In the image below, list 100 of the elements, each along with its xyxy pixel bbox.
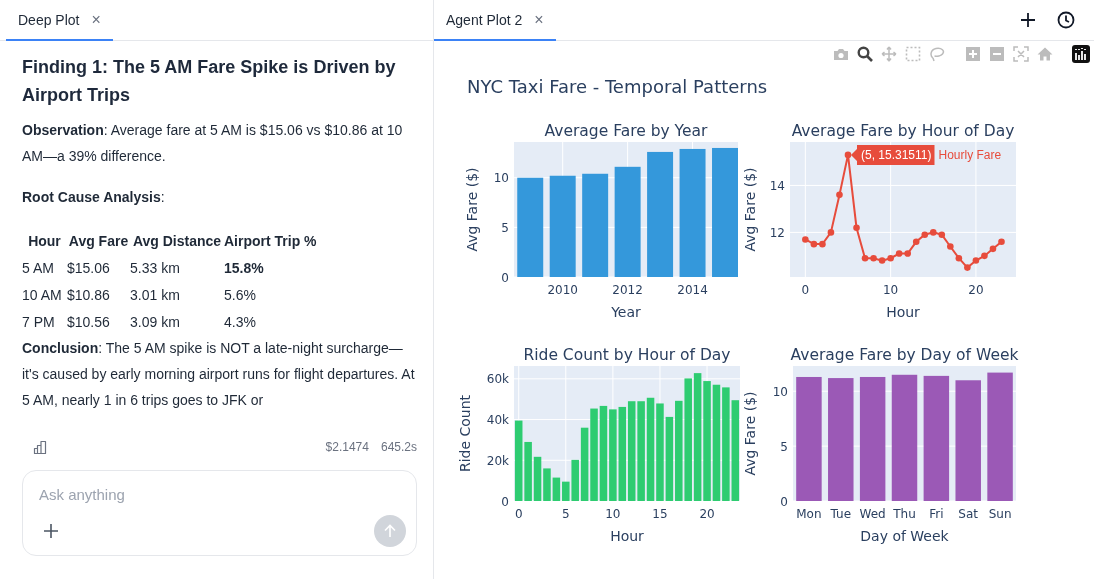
tick-label: Tue	[830, 507, 852, 521]
column-header: Avg Distance	[130, 227, 224, 254]
series-label: Hourly Fare	[938, 148, 1002, 163]
table-cell: 5.33 km	[130, 254, 224, 281]
tick-label: 0	[514, 507, 523, 521]
attach-button[interactable]	[41, 521, 61, 541]
lasso-icon	[928, 46, 945, 62]
chart-title: Ride Count by Hour of Day	[523, 346, 731, 364]
table-cell: 3.01 km	[130, 281, 224, 308]
table-cell-text: 4.3%	[224, 312, 257, 332]
tick-label: 0	[501, 270, 509, 285]
zoom-in-button[interactable]	[963, 44, 982, 64]
move-arrows-icon	[880, 46, 897, 62]
corner-brackets-icon	[1012, 46, 1029, 62]
tick-label: Sun	[988, 507, 1012, 521]
tick-label: Wed	[859, 507, 886, 521]
tick-label: 10	[883, 283, 899, 297]
axis-title: Hour	[886, 304, 920, 320]
tick-label: 2010	[547, 283, 578, 297]
tick-label: 10	[605, 507, 621, 521]
tick-label: Thu	[893, 507, 916, 521]
table-cell: 7 PM	[22, 308, 67, 335]
close-button[interactable]: ×	[91, 10, 101, 29]
arrow-up-icon	[383, 524, 397, 538]
axis-title: Avg Fare ($)	[742, 167, 758, 252]
tick-label: 20	[968, 283, 984, 297]
finding-heading: Finding 1: The 5 AM Fare Spike is Driven by Airport Trips	[22, 56, 397, 107]
tab[interactable]: Deep Plot ×	[6, 0, 113, 41]
axis-title: Year	[611, 304, 641, 320]
tick-label: Mon	[796, 507, 822, 521]
tick-label: 20k	[486, 453, 509, 468]
data-point	[955, 254, 963, 262]
tick-label: 20	[699, 507, 715, 521]
axis-title: Day of Week	[860, 528, 949, 544]
close-button[interactable]: ×	[534, 10, 544, 29]
tick-label: 40k	[486, 413, 509, 428]
tick-label: 60k	[486, 372, 509, 387]
axis-title: Ride Count	[457, 394, 473, 473]
zoom-out-button[interactable]	[987, 44, 1006, 64]
conclusion-text: Conclusion: The 5 AM spike is NOT a late-night surcharge—it's caused by early morning airport runs for flight departures. At 5 AM, nearly 1 in 6 trips goes to JFK or	[22, 339, 416, 410]
data-point	[827, 229, 835, 236]
chat-input[interactable]: Ask anything	[39, 485, 406, 503]
column-header: Airport Trip %	[224, 231, 317, 251]
logo-button[interactable]	[1071, 44, 1090, 64]
column-header: Avg Fare	[67, 231, 130, 251]
axis-title: Hour	[610, 528, 644, 544]
figure-title: NYC Taxi Fare - Temporal Patterns	[467, 75, 768, 99]
bar	[533, 456, 542, 501]
tick-label: 12	[769, 225, 785, 240]
table-cell: 5 AM	[22, 254, 67, 281]
annotation: (5, 15.31511)	[860, 148, 932, 163]
bars-logo-icon	[1071, 45, 1090, 63]
axis-title: Avg Fare ($)	[742, 391, 758, 476]
bar-chart-icon[interactable]	[33, 440, 47, 454]
magnifier-icon	[856, 46, 873, 62]
tick-label: 2012	[612, 283, 643, 297]
autoscale-button[interactable]	[1011, 44, 1030, 64]
box-select-button[interactable]	[903, 44, 922, 64]
plus-icon	[43, 523, 59, 539]
tick-label: Sat	[958, 507, 979, 521]
section-label: Root Cause Analysis:	[22, 188, 166, 207]
clock-icon	[1057, 11, 1075, 29]
table-cell: $15.06	[67, 254, 130, 281]
camera-icon	[832, 47, 849, 61]
table-cell: $10.56	[67, 308, 130, 335]
table-cell: $10.86	[67, 281, 130, 308]
tick-label: 0	[501, 494, 509, 509]
table-cell: 3.09 km	[130, 308, 224, 335]
chart-title: Average Fare by Year	[544, 122, 708, 140]
tick-label: Fri	[929, 507, 944, 521]
data-point	[853, 224, 860, 231]
data-point	[844, 151, 852, 159]
tick-label: 14	[769, 178, 785, 193]
tick-label: 5	[561, 507, 570, 521]
tab[interactable]: Agent Plot 2 ×	[434, 0, 556, 41]
table-cell-text: 15.8%	[224, 258, 265, 278]
tick-label: 0	[801, 283, 810, 297]
tick-label: 10	[493, 171, 509, 186]
plus-icon	[1020, 12, 1036, 28]
chart-title: Average Fare by Hour of Day	[791, 122, 1015, 140]
duration-text: 645.2s	[380, 440, 417, 454]
dashed-square-icon	[904, 46, 921, 62]
data-point	[947, 243, 954, 250]
home-icon	[1036, 46, 1053, 62]
tick-label: 15	[652, 507, 668, 521]
bar	[552, 477, 561, 501]
chart-title: Average Fare by Day of Week	[790, 346, 1019, 364]
table-cell: 10 AM	[22, 281, 67, 308]
axis-title: Avg Fare ($)	[464, 167, 480, 252]
zoom-button[interactable]	[855, 44, 874, 64]
cost-text: $2.1474	[325, 440, 369, 454]
data-point	[836, 191, 843, 199]
observation-text: Observation: Average fare at 5 AM is $15.06 vs $10.86 at 10 AM—a 39% difference.	[22, 121, 404, 166]
tick-label: 10	[772, 384, 788, 399]
column-header: Hour	[27, 231, 62, 251]
tick-label: 2014	[677, 283, 708, 297]
tick-label: 5	[501, 220, 509, 235]
table-cell-text: 5.6%	[224, 285, 257, 305]
move-button[interactable]	[879, 44, 898, 64]
tick-label: 0	[780, 494, 788, 509]
